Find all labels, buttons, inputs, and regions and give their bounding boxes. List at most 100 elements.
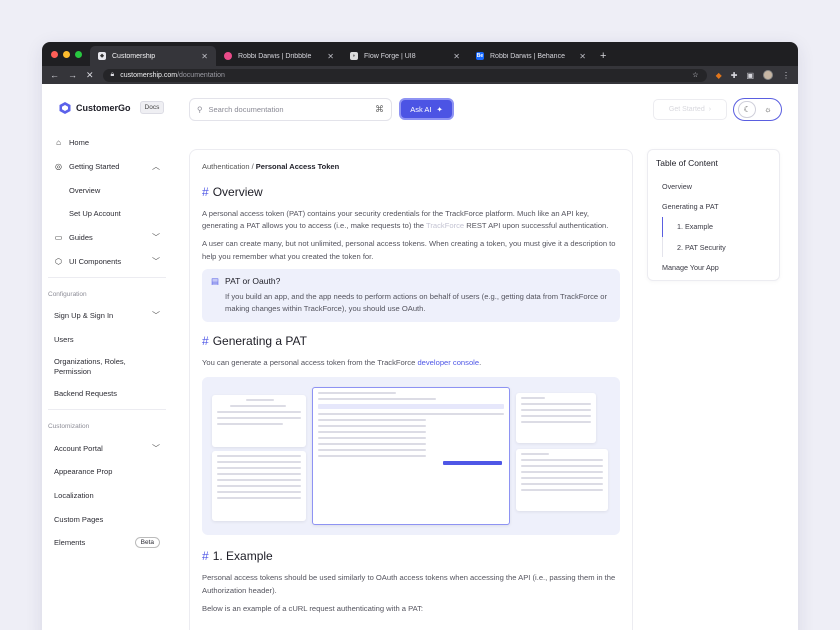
search-placeholder: Search documentation — [208, 105, 284, 114]
sidebar-item-ui-components[interactable]: ⬡ UI Components ﹀ — [48, 249, 166, 273]
search-input[interactable]: ⚲ Search documentation ⌘ — [189, 98, 392, 121]
customergo-logo-icon — [59, 101, 71, 114]
sidebar-item-users[interactable]: Users — [48, 328, 166, 352]
sidebar-item-label: Backend Requests — [54, 388, 117, 398]
paragraph-curl: Below is an example of a cURL request au… — [202, 603, 424, 613]
toc-item-manage-app[interactable]: Manage Your App — [656, 257, 771, 277]
command-key-icon: ⌘ — [375, 104, 384, 114]
ui8-favicon-icon: ◗ — [350, 52, 358, 60]
url-path: /documentation — [177, 71, 225, 79]
window-controls — [42, 42, 90, 66]
heading-generating: # Generating a PAT — [202, 334, 620, 348]
extensions-puzzle-icon[interactable]: ✚ — [731, 71, 738, 80]
sidebar-item-overview[interactable]: Overview — [48, 178, 166, 202]
article-card: Authentication / Personal Access Token #… — [189, 149, 633, 630]
sidebar-item-label: Appearance Prop — [54, 467, 113, 477]
close-tab-icon[interactable]: ✕ — [327, 52, 334, 61]
chevron-down-icon: ﹀ — [152, 256, 160, 266]
heading-example: #1. Example — [202, 549, 620, 563]
sparkle-icon: ✦ — [436, 104, 443, 114]
sidebar-item-label: UI Components — [69, 256, 122, 266]
sidebar-item-guides[interactable]: ▭ Guides ﹀ — [48, 226, 166, 250]
sidebar-item-organizations[interactable]: Organizations, Roles, Permission — [48, 352, 166, 382]
sidebar-item-account-portal[interactable]: Account Portal ﹀ — [48, 436, 166, 460]
sidebar-item-label: Account Portal — [54, 443, 103, 453]
ask-ai-label: Ask AI — [410, 104, 432, 114]
back-arrow-icon[interactable]: ← — [50, 70, 59, 80]
paragraph-text: . — [479, 358, 482, 368]
callout-title: PAT or Oauth? — [225, 276, 281, 287]
tab-title: Robbi Darwis | Dribbble — [238, 52, 312, 60]
chevron-down-icon: ﹀ — [152, 443, 160, 453]
sidebar-item-sign-up[interactable]: Sign Up & Sign In ﹀ — [48, 304, 166, 328]
sidebar-item-label: Organizations, Roles, Permission — [54, 356, 126, 376]
moon-icon[interactable]: ☾ — [738, 101, 757, 118]
table-of-contents: Table of Content Overview Generating a P… — [647, 149, 780, 281]
toc-item-overview[interactable]: Overview — [656, 176, 771, 196]
sidebar: ⌂ Home ◎ Getting Started ︿ Overview Set … — [48, 131, 166, 555]
toc-item-example[interactable]: 1. Example — [662, 216, 771, 237]
home-icon: ⌂ — [56, 138, 61, 148]
more-menu-icon[interactable]: ⋮ — [782, 71, 790, 80]
toc-item-generating[interactable]: Generating a PAT — [656, 196, 771, 216]
forward-arrow-icon[interactable]: → — [68, 70, 77, 80]
heading-overview: # Overview — [202, 185, 620, 199]
brand[interactable]: CustomerGo Docs — [59, 101, 165, 114]
sidebar-panel-icon[interactable]: ▣ — [746, 71, 754, 80]
tab-behance[interactable]: Be Robbi Darwis | Behance ✕ — [468, 46, 594, 66]
toc-item-pat-security[interactable]: 2. PAT Security — [662, 236, 771, 258]
get-started-button[interactable]: Get Started › — [653, 99, 727, 120]
tab-dribbble[interactable]: Robbi Darwis | Dribbble ✕ — [216, 46, 342, 66]
close-tab-icon[interactable]: ✕ — [201, 52, 208, 61]
tab-title: Robbi Darwis | Behance — [490, 52, 565, 60]
breadcrumb-parent[interactable]: Authentication / — [202, 162, 254, 171]
tab-customership[interactable]: ◆ Customership ✕ — [90, 46, 216, 66]
sun-icon[interactable]: ☼ — [759, 101, 777, 118]
brand-name: CustomerGo — [76, 102, 131, 113]
browser-toolbar-icons: ◆ ✚ ▣ ⋮ — [716, 70, 790, 80]
close-window-button[interactable] — [51, 50, 58, 58]
search-icon: ⚲ — [197, 105, 203, 114]
callout-text: If you build an app, and the app needs t… — [225, 291, 608, 314]
minimize-window-button[interactable] — [63, 50, 70, 58]
docs-badge: Docs — [139, 101, 165, 114]
trackforce-link[interactable]: TrackForce — [426, 221, 464, 230]
tab-title: Flow Forge | UI8 — [364, 52, 416, 60]
sidebar-item-label: Home — [69, 138, 90, 148]
console-screenshot-image — [202, 377, 620, 536]
profile-avatar[interactable] — [763, 70, 773, 80]
developer-console-link[interactable]: developer console — [417, 358, 479, 367]
section-label-customization: Customization — [48, 422, 90, 430]
bookmark-star-icon[interactable]: ☆ — [692, 71, 698, 79]
anchor-hash-icon[interactable]: # — [202, 185, 209, 199]
theme-toggle[interactable]: ☾ ☼ — [733, 98, 782, 121]
url-field[interactable]: 🔒︎ customership.com/documentation ☆ — [102, 68, 707, 82]
sidebar-item-home[interactable]: ⌂ Home — [48, 131, 166, 155]
sidebar-item-label: Overview — [69, 185, 101, 195]
close-tab-icon[interactable]: ✕ — [579, 52, 586, 61]
anchor-hash-icon[interactable]: # — [202, 334, 209, 348]
heading-text: 1. Example — [212, 549, 273, 564]
sidebar-item-set-up-account[interactable]: Set Up Account — [48, 202, 166, 226]
metamask-extension-icon[interactable]: ◆ — [716, 71, 722, 80]
sidebar-item-label: Guides — [69, 233, 93, 243]
behance-favicon-icon: Be — [476, 52, 484, 60]
maximize-window-button[interactable] — [75, 50, 82, 58]
stop-loading-icon[interactable]: ✕ — [86, 70, 94, 81]
sidebar-item-getting-started[interactable]: ◎ Getting Started ︿ — [48, 155, 166, 179]
sidebar-item-backend-requests[interactable]: Backend Requests — [48, 382, 166, 406]
ask-ai-button[interactable]: Ask AI ✦ — [399, 98, 454, 120]
mini-panel — [516, 449, 608, 512]
sidebar-item-appearance-prop[interactable]: Appearance Prop — [48, 460, 166, 484]
tab-ui8[interactable]: ◗ Flow Forge | UI8 ✕ — [342, 46, 468, 66]
sidebar-item-custom-pages[interactable]: Custom Pages — [48, 507, 166, 531]
tab-title: Customership — [112, 52, 156, 60]
new-tab-button[interactable]: + — [594, 46, 612, 66]
sidebar-item-label: Getting Started — [69, 162, 120, 172]
close-tab-icon[interactable]: ✕ — [453, 52, 460, 61]
sidebar-item-elements[interactable]: Elements Beta — [48, 531, 166, 555]
anchor-hash-icon[interactable]: # — [202, 549, 209, 563]
sidebar-item-localization[interactable]: Localization — [48, 484, 166, 508]
documentation-page: CustomerGo Docs ⚲ Search documentation ⌘… — [42, 84, 798, 630]
breadcrumb: Authentication / Personal Access Token — [202, 162, 620, 171]
